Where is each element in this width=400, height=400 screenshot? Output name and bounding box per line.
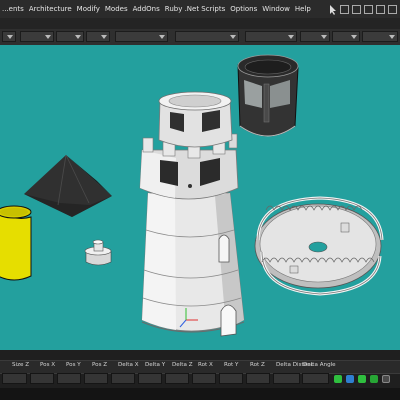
menu-bar: ...ents Architecture Modify Modes AddOns… bbox=[0, 0, 400, 18]
label-rot-x: Rot X bbox=[198, 362, 213, 368]
menu-modes[interactable]: Modes bbox=[105, 5, 128, 13]
dropdown-9[interactable] bbox=[332, 31, 360, 42]
icon-toolbar bbox=[0, 18, 400, 29]
status-labels-row: Size Z Pos X Pos Y Pos Z Delta X Delta Y… bbox=[0, 360, 400, 374]
field-delta-angle[interactable] bbox=[302, 373, 329, 384]
snap-green-icon-2[interactable] bbox=[358, 375, 366, 383]
label-delta-x: Delta X bbox=[118, 362, 139, 368]
toolbar-icon-c[interactable] bbox=[364, 4, 373, 14]
label-delta-z: Delta Z bbox=[172, 362, 193, 368]
lighthouse-tower-model[interactable] bbox=[139, 91, 245, 337]
dropdown-4[interactable] bbox=[86, 31, 110, 42]
label-delta-y: Delta Y bbox=[145, 362, 166, 368]
field-delta-distance[interactable] bbox=[273, 373, 300, 384]
dropdown-1[interactable] bbox=[2, 31, 16, 42]
menu-addons[interactable]: AddOns bbox=[133, 5, 160, 13]
field-delta-x[interactable] bbox=[111, 373, 135, 384]
status-bottom-strip bbox=[0, 388, 400, 400]
select-arrow-icon bbox=[330, 4, 336, 15]
label-pos-z: Pos Z bbox=[92, 362, 108, 368]
menu-documents[interactable]: ...ents bbox=[2, 5, 24, 13]
menu-window[interactable]: Window bbox=[262, 5, 290, 13]
dropdown-6[interactable] bbox=[175, 31, 239, 42]
small-cap-model[interactable] bbox=[84, 239, 112, 266]
label-delta-angle: Delta Angle bbox=[303, 362, 336, 368]
scene-canvas bbox=[0, 54, 384, 337]
dropdown-7[interactable] bbox=[245, 31, 297, 42]
field-pos-y[interactable] bbox=[57, 373, 81, 384]
cursor-icon[interactable] bbox=[329, 4, 337, 15]
dropdown-8[interactable] bbox=[300, 31, 330, 42]
snap-green-icon-3[interactable] bbox=[370, 375, 378, 383]
field-rot-x[interactable] bbox=[192, 373, 216, 384]
status-fields-row bbox=[0, 373, 400, 385]
lantern-cylinder-model[interactable] bbox=[237, 54, 299, 137]
window-controls bbox=[326, 0, 400, 18]
dropdown-3[interactable] bbox=[56, 31, 84, 42]
label-pos-y: Pos Y bbox=[66, 362, 81, 368]
toolbar-icon-e[interactable] bbox=[388, 4, 397, 14]
label-rot-y: Rot Y bbox=[224, 362, 239, 368]
menu-ruby-net-scripts[interactable]: Ruby .Net Scripts bbox=[165, 5, 225, 13]
menu-options[interactable]: Options bbox=[230, 5, 257, 13]
menu-modify[interactable]: Modify bbox=[77, 5, 100, 13]
field-delta-z[interactable] bbox=[165, 373, 189, 384]
gallery-platform-model[interactable] bbox=[254, 196, 384, 296]
snap-settings-icon[interactable] bbox=[382, 375, 390, 383]
toolbar-icon-a[interactable] bbox=[340, 4, 349, 14]
menu-help[interactable]: Help bbox=[295, 5, 311, 13]
label-rot-z: Rot Z bbox=[250, 362, 265, 368]
field-delta-y[interactable] bbox=[138, 373, 162, 384]
label-pos-x: Pos X bbox=[40, 362, 56, 368]
snap-green-icon[interactable] bbox=[334, 375, 342, 383]
yellow-cylinder-model[interactable] bbox=[0, 205, 32, 281]
dropdown-10[interactable] bbox=[362, 31, 398, 42]
field-size-z[interactable] bbox=[2, 373, 27, 384]
status-bar: Size Z Pos X Pos Y Pos Z Delta X Delta Y… bbox=[0, 350, 400, 400]
toolbar-icon-d[interactable] bbox=[376, 4, 385, 14]
menu-architecture[interactable]: Architecture bbox=[29, 5, 72, 13]
dropdown-2[interactable] bbox=[20, 31, 54, 42]
field-rot-z[interactable] bbox=[246, 373, 270, 384]
label-size-z: Size Z bbox=[12, 362, 30, 368]
toolbar-icon-b[interactable] bbox=[352, 4, 361, 14]
snap-blue-icon[interactable] bbox=[346, 375, 354, 383]
field-pos-z[interactable] bbox=[84, 373, 108, 384]
roof-cone-model[interactable] bbox=[24, 154, 112, 217]
field-rot-y[interactable] bbox=[219, 373, 243, 384]
3d-viewport[interactable] bbox=[0, 45, 400, 350]
dropdown-5[interactable] bbox=[115, 31, 168, 42]
field-pos-x[interactable] bbox=[30, 373, 54, 384]
